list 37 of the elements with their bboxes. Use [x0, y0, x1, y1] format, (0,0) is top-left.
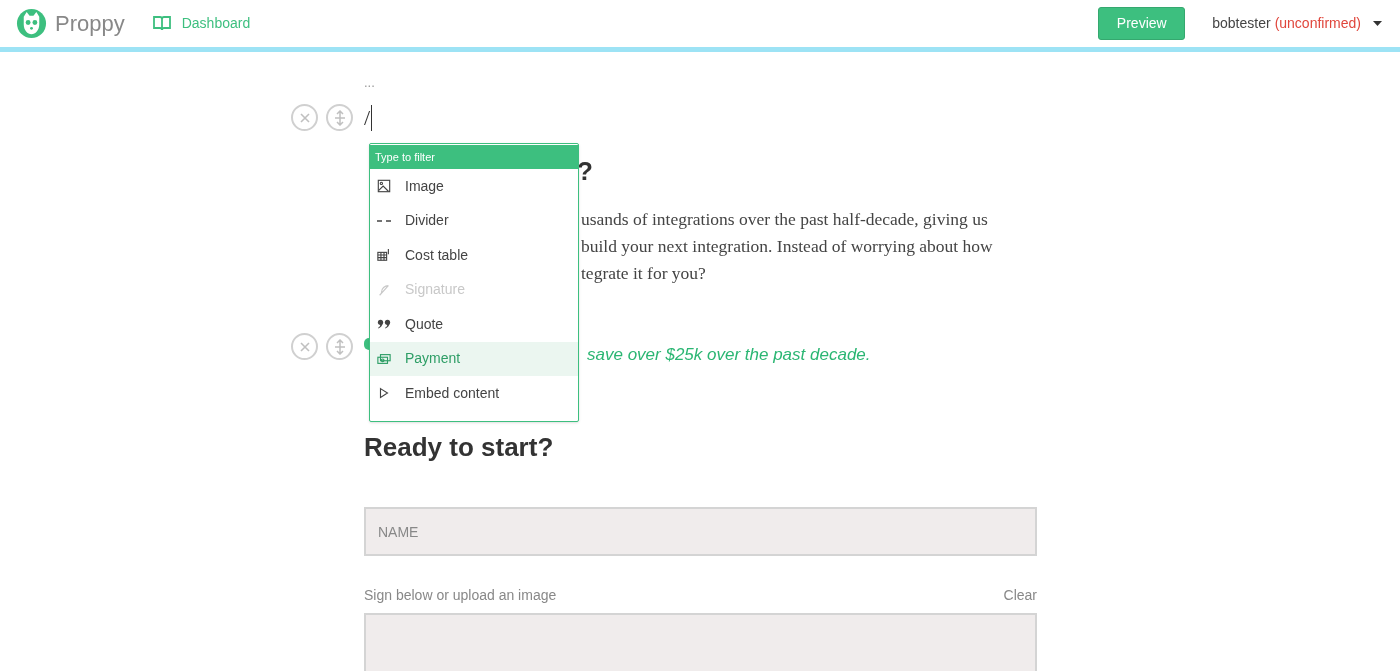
- menu-item[interactable]: Quote: [370, 307, 578, 342]
- slash-command-input[interactable]: /: [364, 105, 373, 131]
- user-menu[interactable]: bobtester (unconfirmed): [1212, 13, 1382, 34]
- dashes-icon: [377, 219, 391, 222]
- ellipsis: ...: [364, 74, 375, 92]
- menu-item[interactable]: Divider: [370, 203, 578, 238]
- menu-item[interactable]: Image: [370, 169, 578, 204]
- filter-field[interactable]: Type to filter: [370, 145, 578, 169]
- paragraph-fragment: usands of integrations over the past half-decade, giving us: [581, 208, 988, 232]
- paragraph-fragment: tegrate it for you?: [581, 262, 706, 286]
- close-icon: [299, 341, 310, 352]
- play-icon: [377, 386, 391, 401]
- move-vertical-icon: [333, 338, 346, 355]
- name-field[interactable]: NAME: [364, 507, 1037, 556]
- quote-fragment: save over $25k over the past decade.: [587, 344, 871, 366]
- table-icon: [377, 248, 391, 263]
- remove-button[interactable]: [291, 333, 318, 360]
- signature-pad[interactable]: [364, 613, 1037, 671]
- menu-item[interactable]: Cost table: [370, 238, 578, 273]
- close-icon: [299, 112, 310, 123]
- brand-name: Proppy: [55, 10, 125, 38]
- remove-button[interactable]: [291, 104, 318, 131]
- move-button[interactable]: [326, 333, 353, 360]
- dog-logo-icon: [16, 8, 47, 39]
- cta-heading: Ready to start?: [364, 431, 554, 464]
- caret-icon: [1373, 21, 1382, 26]
- heading-fragment: ?: [577, 154, 593, 188]
- move-button[interactable]: [326, 104, 353, 131]
- feather-icon: [377, 282, 391, 297]
- move-vertical-icon: [333, 109, 346, 126]
- image-icon: [377, 179, 391, 194]
- clear-link[interactable]: Clear: [1003, 585, 1037, 606]
- paragraph-fragment: build your next integration. Instead of worrying about how: [581, 235, 993, 259]
- menu-item[interactable]: Embed content: [370, 376, 578, 411]
- banknote-icon: [377, 351, 391, 366]
- signature-label: Sign below or upload an image: [364, 586, 557, 605]
- book-icon: [152, 16, 171, 31]
